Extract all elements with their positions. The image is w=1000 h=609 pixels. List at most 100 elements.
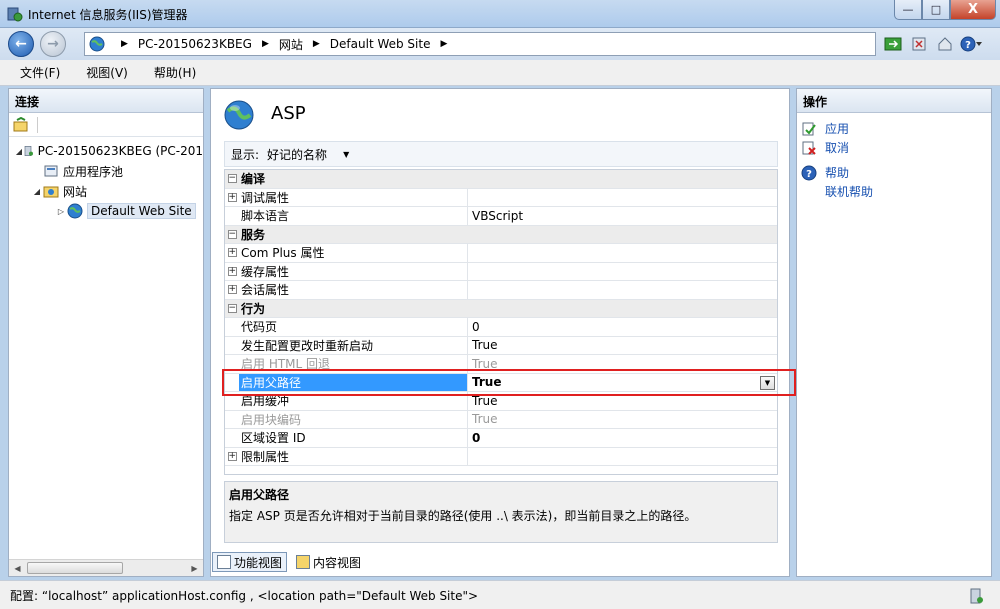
breadcrumb-item-site[interactable]: Default Web Site [330,37,431,51]
category-row-compilation[interactable]: − 编译 [225,170,777,189]
expand-icon[interactable]: + [227,451,237,461]
actions-header: 操作 [797,89,991,113]
breadcrumb-separator-icon[interactable]: ▶ [262,39,269,49]
window-controls: — □ X [894,0,996,20]
description-title: 启用父路径 [229,488,290,502]
property-row[interactable]: 代码页 0 [225,318,777,337]
highlight-annotation [222,369,796,396]
chevron-down-icon: ▼ [343,149,350,159]
iis-app-icon [7,7,23,22]
online-help-action[interactable]: 联机帮助 [801,182,987,201]
status-bar: 配置: “localhost” applicationHost.config ,… [0,580,1000,609]
collapse-icon[interactable]: − [227,174,237,184]
tree-item-label: PC-20150623KBEG (PC-201 [37,144,203,158]
display-select[interactable]: 好记的名称 ▼ [267,146,349,163]
help-action[interactable]: ? 帮助 [801,163,987,182]
apply-action[interactable]: 应用 [801,119,987,138]
close-button[interactable]: X [950,0,996,20]
globe-icon [89,36,105,52]
view-tabs: 功能视图 内容视图 [212,552,366,572]
svg-text:?: ? [965,40,971,51]
category-row-services[interactable]: − 服务 [225,225,777,244]
breadcrumb-separator-icon[interactable]: ▶ [440,39,447,49]
property-row[interactable]: + 调试属性 [225,188,777,207]
help-icon: ? [801,165,817,181]
tree-item-label: Default Web Site [87,203,196,219]
cancel-action[interactable]: 取消 [801,138,987,157]
tree-item-sites[interactable]: ◢ 网站 [9,181,203,201]
property-grid: − 编译 + 调试属性 脚本语言 VBScript − 服务 + Com Plu… [224,169,778,475]
breadcrumb-separator-icon[interactable]: ▶ [121,39,128,49]
toolbar-divider [37,116,38,133]
feature-header: ASP [211,89,789,141]
sites-folder-icon [43,186,59,198]
connect-icon[interactable] [13,116,29,133]
description-text: 指定 ASP 页是否允许相对于当前目录的路径(使用 ..\ 表示法)，即当前目录… [229,509,697,523]
expand-icon[interactable]: + [227,248,237,258]
connections-panel: 连接 ◢ PC-20150623KBEG (PC-201 应用程序池 ◢ 网站 … [8,88,204,577]
arrow-left-icon: ← [15,36,27,52]
property-row[interactable]: + 缓存属性 [225,262,777,281]
scroll-left-icon[interactable]: ◀ [9,560,26,576]
property-row-disabled: 启用块编码 True [225,410,777,429]
display-label: 显示: [231,147,260,162]
breadcrumb-separator-icon[interactable]: ▶ [313,39,320,49]
property-row[interactable]: 区域设置 ID 0 [225,429,777,448]
server-status-icon [970,588,983,604]
menu-view[interactable]: 视图(V) [80,62,134,83]
property-row[interactable]: 脚本语言 VBScript [225,207,777,226]
expand-icon[interactable]: + [227,192,237,202]
horizontal-scrollbar[interactable]: ◀ ▶ [9,559,203,576]
collapse-icon[interactable]: ◢ [15,147,23,156]
tree-item-label: 网站 [63,184,88,199]
breadcrumb-item-sites[interactable]: 网站 [279,36,303,53]
property-row[interactable]: 发生配置更改时重新启动 True [225,336,777,355]
connections-header: 连接 [9,89,203,113]
cancel-icon [801,140,817,156]
server-icon [24,146,33,156]
maximize-button[interactable]: □ [922,0,950,20]
globe-icon [67,203,83,219]
scrollbar-thumb[interactable] [27,562,123,574]
menu-file[interactable]: 文件(F) [14,62,66,83]
collapse-icon[interactable]: − [227,303,237,313]
menu-help[interactable]: 帮助(H) [148,62,202,83]
expand-icon[interactable]: + [227,266,237,276]
tree-item-label: 应用程序池 [63,164,124,179]
collapse-icon[interactable]: − [227,229,237,239]
refresh-icon[interactable] [882,34,904,54]
window-title: Internet 信息服务(IIS)管理器 [28,8,188,22]
tab-features-view[interactable]: 功能视图 [212,552,288,572]
features-view-icon [217,555,231,569]
property-row[interactable]: + 会话属性 [225,281,777,300]
expand-icon[interactable]: + [227,285,237,295]
title-bar: Internet 信息服务(IIS)管理器 — □ X [0,0,1000,28]
tree-item-app-pools[interactable]: 应用程序池 [9,161,203,181]
breadcrumb: ▶ PC-20150623KBEG ▶ 网站 ▶ Default Web Sit… [111,36,457,53]
connections-toolbar [9,113,203,137]
tab-content-view[interactable]: 内容视图 [291,552,366,572]
scroll-right-icon[interactable]: ▶ [186,560,203,576]
tree-item-server[interactable]: ◢ PC-20150623KBEG (PC-201 [9,141,203,161]
forward-button[interactable]: → [40,31,66,57]
collapse-icon[interactable]: ◢ [31,187,43,196]
property-row[interactable]: + 限制属性 [225,447,777,466]
home-icon[interactable] [934,34,956,54]
property-row[interactable]: + Com Plus 属性 [225,244,777,263]
minimize-button[interactable]: — [894,0,922,20]
stop-icon[interactable] [908,34,930,54]
display-toolbar: 显示: 好记的名称 ▼ [224,141,778,167]
expand-icon[interactable]: ▷ [55,207,67,216]
tree-item-default-web-site[interactable]: ▷ Default Web Site [9,201,203,221]
feature-panel: ASP 显示: 好记的名称 ▼ − 编译 + 调试属性 脚本语言 VBScrip… [210,88,790,577]
actions-list: 应用 取消 ? 帮助 联机帮助 [797,113,991,207]
menu-bar: 文件(F) 视图(V) 帮助(H) [0,60,1000,86]
back-button[interactable]: ← [8,31,34,57]
help-dropdown-icon[interactable]: ? [960,34,982,54]
feature-title: ASP [271,103,306,124]
category-row-behavior[interactable]: − 行为 [225,299,777,318]
nav-toolbar: ? [882,34,982,54]
breadcrumb-item-server[interactable]: PC-20150623KBEG [138,37,252,51]
apply-icon [801,121,817,137]
address-bar[interactable]: ▶ PC-20150623KBEG ▶ 网站 ▶ Default Web Sit… [84,32,876,56]
